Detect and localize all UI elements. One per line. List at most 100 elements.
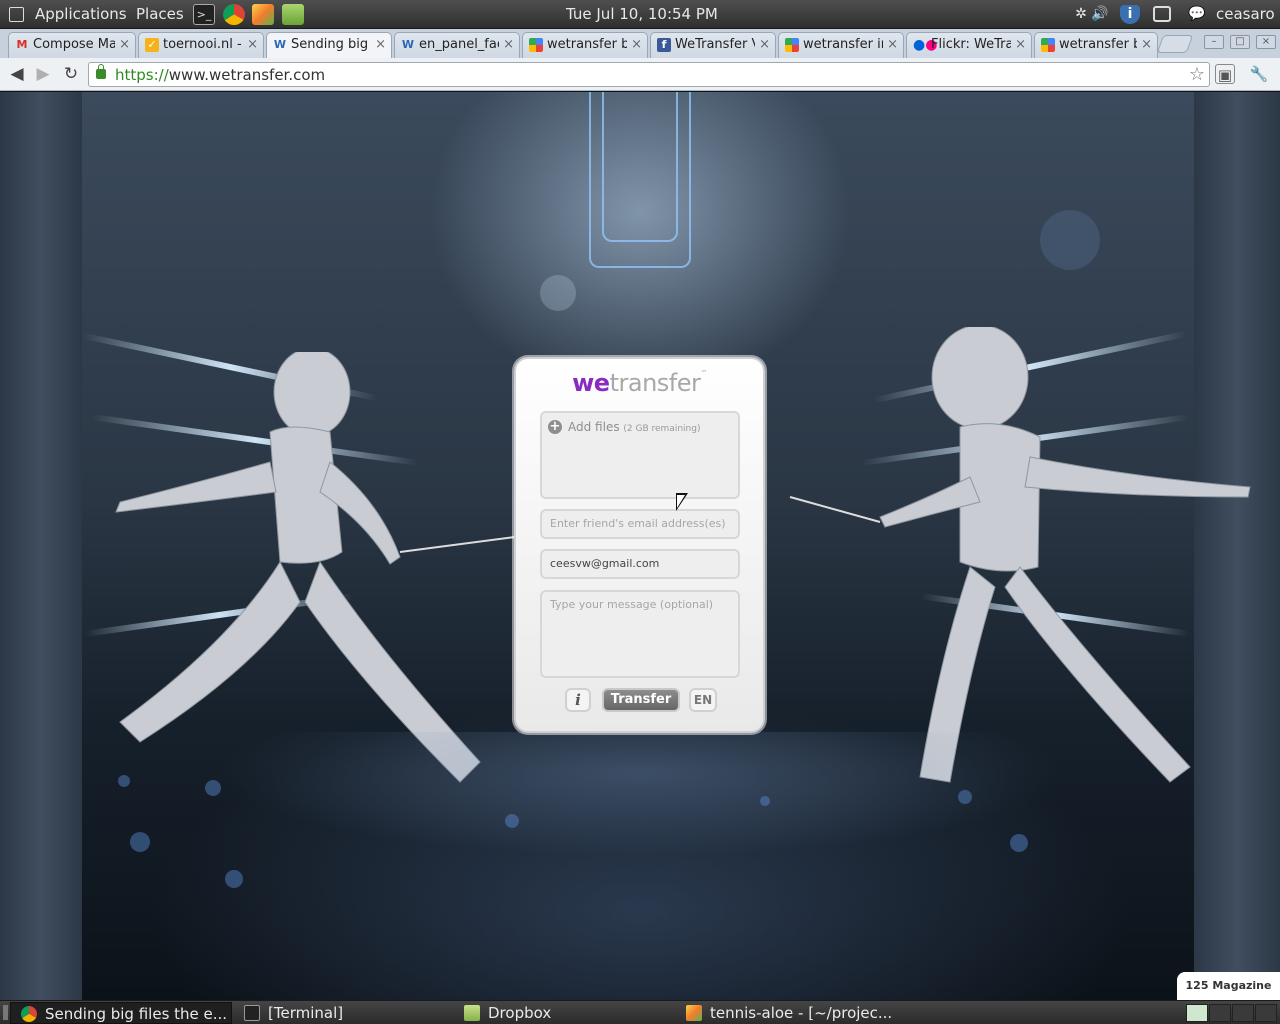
pycharm-launcher-icon[interactable]	[252, 4, 274, 25]
tab-title: wetransfer ir	[803, 37, 883, 52]
close-window-icon[interactable]: ×	[1256, 35, 1276, 49]
message-field[interactable]: Type your message (optional)	[540, 590, 740, 678]
taskbar-item-chrome[interactable]: Sending big files the e...	[10, 1002, 232, 1024]
mouse-cursor	[676, 493, 688, 511]
flickr-icon: ●●	[913, 37, 938, 53]
storage-remaining: (2 GB remaining)	[623, 424, 701, 434]
forward-arrow-icon[interactable]: ▶	[32, 63, 54, 85]
water-bubble	[118, 775, 130, 787]
facebook-icon: f	[657, 38, 671, 52]
tab-flickr[interactable]: ●● Flickr: WeTra ×	[906, 32, 1032, 58]
tab-google-search-3[interactable]: wetransfer b ×	[1034, 32, 1158, 58]
chrome-launcher-icon[interactable]	[223, 4, 245, 25]
your-email-field[interactable]: ceesvw@gmail.com	[540, 549, 740, 579]
tab-facebook[interactable]: f WeTransfer V ×	[650, 32, 776, 58]
workspace-2[interactable]	[1209, 1004, 1231, 1022]
browser-toolbar: ◀ ▶ ↻ https://www.wetransfer.com ☆ ▣ 🔧	[0, 58, 1280, 91]
tab-close-icon[interactable]: ×	[759, 33, 770, 57]
info-button[interactable]: i	[565, 688, 591, 712]
tab-close-icon[interactable]: ×	[887, 33, 898, 57]
taskbar-item-dropbox[interactable]: Dropbox	[458, 1002, 680, 1024]
wrench-menu-icon[interactable]: 🔧	[1249, 64, 1269, 84]
tab-toernooi[interactable]: ✓ toernooi.nl - ×	[138, 32, 264, 58]
battery-icon[interactable]	[1153, 6, 1171, 22]
tab-strip: M Compose Ma × ✓ toernooi.nl - × W Sendi…	[0, 29, 1280, 58]
dropbox-tray-icon[interactable]: ✲	[1071, 5, 1091, 24]
show-desktop-icon[interactable]	[3, 1005, 8, 1020]
panel-clock[interactable]: Tue Jul 10, 10:54 PM	[566, 0, 718, 29]
maximize-window-icon[interactable]: □	[1230, 35, 1250, 49]
water-bubble	[205, 780, 221, 796]
tab-title: Sending big	[291, 37, 369, 52]
terminal-launcher-icon[interactable]: >_	[193, 4, 215, 25]
workspace-4[interactable]	[1255, 1004, 1277, 1022]
water-bubble	[1010, 834, 1028, 852]
tab-title: wetransfer b	[1059, 37, 1137, 52]
volume-icon[interactable]: 🔊	[1090, 5, 1110, 24]
address-bar[interactable]: https://www.wetransfer.com ☆	[88, 62, 1210, 87]
tab-en-panel[interactable]: W en_panel_fac ×	[394, 32, 520, 58]
background-credit-badge[interactable]: 125 Magazine	[1177, 972, 1280, 1000]
applications-logo-icon	[9, 7, 24, 22]
tab-title: WeTransfer V	[675, 37, 755, 52]
tab-close-icon[interactable]: ×	[247, 33, 258, 57]
gmail-icon: M	[16, 38, 28, 51]
tab-close-icon[interactable]: ×	[631, 33, 642, 57]
wetransfer-w-icon: W	[401, 38, 415, 51]
workspace-1[interactable]	[1186, 1004, 1208, 1022]
lock-icon	[96, 64, 106, 79]
tab-title: toernooi.nl -	[163, 37, 242, 52]
wetransfer-logo: wetransfer™	[572, 369, 707, 397]
tab-sending-big[interactable]: W Sending big ×	[266, 32, 392, 58]
bottom-taskbar: Sending big files the e... [Terminal] Dr…	[0, 1000, 1280, 1024]
back-arrow-icon[interactable]: ◀	[6, 63, 28, 85]
minimize-window-icon[interactable]: –	[1204, 35, 1224, 49]
workspace-3[interactable]	[1232, 1004, 1254, 1022]
wetransfer-panel: wetransfer™ + Add files (2 GB remaining)…	[514, 357, 765, 733]
google-icon	[1041, 38, 1055, 52]
water-bubble	[1040, 210, 1100, 270]
water-bubble	[958, 790, 972, 804]
add-files-label[interactable]: Add files (2 GB remaining)	[568, 420, 700, 434]
add-plus-icon[interactable]: +	[548, 420, 562, 434]
tab-google-search-1[interactable]: wetransfer b ×	[522, 32, 648, 58]
tab-google-search-2[interactable]: wetransfer ir ×	[778, 32, 904, 58]
tab-title: Compose Ma	[33, 37, 115, 52]
places-menu[interactable]: Places	[136, 0, 184, 29]
language-button[interactable]: EN	[689, 688, 717, 712]
right-fencer-figure	[789, 327, 1251, 783]
applications-menu[interactable]: Applications	[35, 0, 127, 29]
tab-title: Flickr: WeTra	[931, 37, 1011, 52]
tab-compose-mail[interactable]: M Compose Ma ×	[8, 32, 136, 58]
page-content: wetransfer™ + Add files (2 GB remaining)…	[0, 92, 1280, 1000]
google-icon	[785, 38, 799, 52]
tab-title: wetransfer b	[547, 37, 627, 52]
extension-icon[interactable]: ▣	[1215, 64, 1235, 84]
address-url[interactable]: https://www.wetransfer.com	[115, 66, 325, 84]
taskbar-item-terminal[interactable]: [Terminal]	[236, 1002, 456, 1024]
chat-status-icon[interactable]: 💬	[1187, 5, 1207, 24]
shield-update-icon[interactable]: i	[1120, 5, 1140, 24]
water-bubble	[505, 814, 519, 828]
friend-email-field[interactable]: Enter friend's email address(es)	[540, 509, 740, 539]
folder-icon	[464, 1005, 480, 1021]
water-bubble	[130, 832, 150, 852]
tab-close-icon[interactable]: ×	[503, 33, 514, 57]
tab-close-icon[interactable]: ×	[375, 33, 386, 57]
water-bubble	[540, 275, 576, 311]
tab-title: en_panel_fac	[419, 37, 499, 52]
transfer-button[interactable]: Transfer	[602, 688, 680, 712]
water-bubble	[760, 796, 770, 806]
toernooi-icon: ✓	[145, 38, 159, 52]
wetransfer-w-icon: W	[273, 38, 287, 51]
reload-icon[interactable]: ↻	[60, 63, 82, 85]
file-manager-launcher-icon[interactable]	[282, 4, 304, 25]
taskbar-item-pycharm[interactable]: tennis-aloe - [~/projec...	[682, 1002, 904, 1024]
tab-close-icon[interactable]: ×	[1141, 33, 1152, 57]
bookmark-star-icon[interactable]: ☆	[1189, 64, 1205, 85]
tab-close-icon[interactable]: ×	[119, 33, 130, 57]
user-menu[interactable]: ceasaro	[1216, 0, 1275, 29]
tab-close-icon[interactable]: ×	[1015, 33, 1026, 57]
add-files-dropzone[interactable]: + Add files (2 GB remaining)	[540, 411, 740, 499]
new-tab-button[interactable]	[1156, 35, 1194, 53]
